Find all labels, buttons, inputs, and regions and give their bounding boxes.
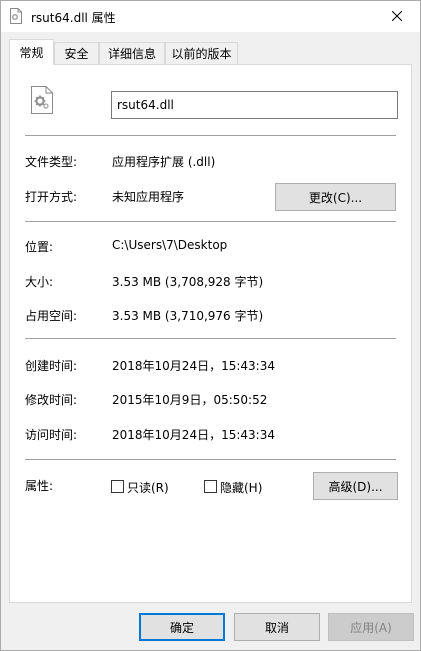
size-on-disk-label: 占用空间:	[25, 309, 78, 323]
apply-button[interactable]: 应用(A)	[328, 613, 414, 641]
modified-value: 2015年10月9日，05:50:52	[112, 393, 268, 407]
file-type-value: 应用程序扩展 (.dll)	[112, 155, 216, 169]
created-value: 2018年10月24日，15:43:34	[112, 359, 275, 373]
advanced-button-label: 高级(D)...	[328, 479, 383, 494]
change-button-label: 更改(C)...	[308, 190, 363, 205]
opens-with-value: 未知应用程序	[112, 190, 185, 204]
readonly-checkbox[interactable]	[111, 480, 124, 493]
tab-security[interactable]: 安全	[54, 42, 99, 64]
tab-label: 安全	[64, 47, 89, 61]
location-value: C:\Users\7\Desktop	[112, 238, 228, 252]
accessed-label: 访问时间:	[25, 428, 78, 442]
ok-button-label: 确定	[169, 620, 194, 635]
window-title: rsut64.dll 属性	[31, 11, 116, 25]
ok-button[interactable]: 确定	[139, 613, 225, 641]
tab-label: 常规	[19, 46, 44, 60]
close-icon	[391, 10, 403, 24]
attributes-label: 属性:	[25, 479, 54, 493]
size-value: 3.53 MB (3,708,928 字节)	[112, 275, 264, 289]
readonly-label: 只读(R)	[127, 481, 169, 495]
divider	[25, 338, 396, 339]
apply-button-label: 应用(A)	[350, 620, 392, 635]
tab-general[interactable]: 常规	[9, 39, 54, 65]
opens-with-label: 打开方式:	[25, 190, 78, 204]
divider	[25, 135, 396, 136]
hidden-label: 隐藏(H)	[220, 481, 263, 495]
tab-label: 详细信息	[107, 47, 156, 61]
cancel-button-label: 取消	[264, 620, 289, 635]
tab-details[interactable]: 详细信息	[99, 42, 165, 64]
file-type-label: 文件类型:	[25, 155, 78, 169]
advanced-button[interactable]: 高级(D)...	[313, 472, 398, 500]
created-label: 创建时间:	[25, 359, 78, 373]
title-bar: rsut64.dll 属性	[1, 1, 420, 32]
general-panel: 文件类型: 应用程序扩展 (.dll) 打开方式: 未知应用程序 更改(C)..…	[9, 64, 412, 603]
change-button[interactable]: 更改(C)...	[275, 183, 396, 211]
size-on-disk-value: 3.53 MB (3,710,976 字节)	[112, 309, 264, 323]
divider	[25, 459, 396, 460]
document-gear-icon	[31, 86, 53, 114]
file-name-input[interactable]	[111, 91, 398, 119]
size-label: 大小:	[25, 275, 54, 289]
divider	[25, 221, 396, 222]
cancel-button[interactable]: 取消	[234, 613, 320, 641]
location-label: 位置:	[25, 240, 54, 254]
modified-label: 修改时间:	[25, 393, 78, 407]
properties-window: rsut64.dll 属性 常规 安全 详细信息 以前的版本 文件类型: 应用程…	[0, 0, 421, 651]
close-button[interactable]	[374, 1, 420, 32]
tab-previous-versions[interactable]: 以前的版本	[165, 42, 238, 64]
tab-label: 以前的版本	[171, 47, 232, 61]
document-gear-icon	[10, 8, 22, 24]
hidden-checkbox[interactable]	[204, 480, 217, 493]
accessed-value: 2018年10月24日，15:43:34	[112, 428, 275, 442]
